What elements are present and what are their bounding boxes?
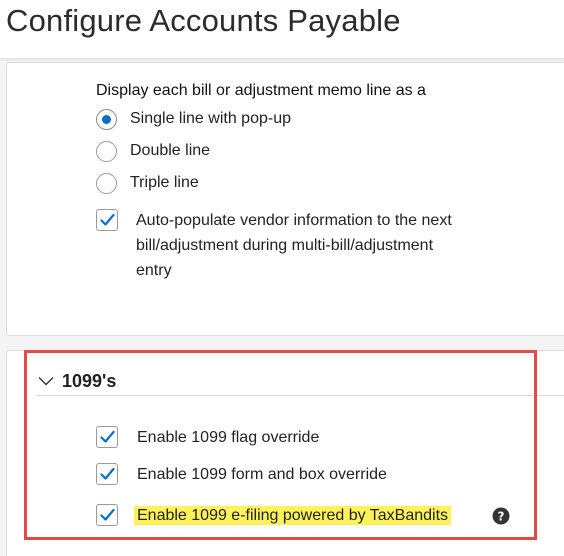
flag-override-checkbox[interactable] bbox=[96, 426, 118, 448]
radio-option-double-line[interactable]: Double line bbox=[96, 139, 210, 163]
auto-populate-label-line2: bill/adjustment during multi-bill/adjust… bbox=[136, 237, 434, 254]
auto-populate-label-line3: entry bbox=[136, 262, 172, 279]
e-filing-label: Enable 1099 e-filing powered by TaxBandi… bbox=[134, 503, 452, 528]
radio-label-triple-line: Triple line bbox=[130, 174, 199, 191]
e-filing-label-highlight: Enable 1099 e-filing powered by TaxBandi… bbox=[134, 506, 452, 525]
checkmark-icon bbox=[100, 430, 115, 443]
memo-display-heading: Display each bill or adjustment memo lin… bbox=[96, 82, 426, 99]
radio-button-triple-line[interactable] bbox=[96, 172, 117, 194]
radio-label-single-line: Single line with pop-up bbox=[130, 110, 291, 127]
radio-button-single-line[interactable] bbox=[96, 108, 117, 130]
e-filing-checkbox[interactable] bbox=[96, 504, 118, 526]
radio-button-double-line[interactable] bbox=[96, 140, 117, 162]
svg-text:?: ? bbox=[498, 510, 505, 524]
chevron-down-icon[interactable] bbox=[38, 376, 54, 386]
checkmark-icon bbox=[100, 213, 115, 226]
checkmark-icon bbox=[100, 467, 115, 480]
help-circle-icon[interactable]: ? bbox=[492, 507, 510, 525]
auto-populate-label: Auto-populate vendor information to the … bbox=[136, 208, 452, 283]
radio-option-single-line[interactable]: Single line with pop-up bbox=[96, 107, 291, 131]
section-1099-title: 1099's bbox=[62, 370, 117, 391]
section-divider bbox=[36, 395, 564, 396]
checkmark-icon bbox=[100, 508, 115, 521]
title-bar: Configure Accounts Payable bbox=[0, 0, 564, 58]
auto-populate-checkbox[interactable] bbox=[96, 209, 118, 231]
radio-option-triple-line[interactable]: Triple line bbox=[96, 171, 199, 195]
radio-label-double-line: Double line bbox=[130, 142, 211, 159]
section-1099-header[interactable]: 1099's bbox=[38, 368, 116, 394]
form-box-override-label: Enable 1099 form and box override bbox=[137, 466, 387, 483]
configure-accounts-payable-page: Configure Accounts Payable Display each … bbox=[0, 0, 564, 556]
memo-settings-panel bbox=[6, 62, 564, 336]
auto-populate-label-line1: Auto-populate vendor information to the … bbox=[136, 212, 452, 229]
page-title: Configure Accounts Payable bbox=[6, 3, 401, 38]
form-box-override-checkbox[interactable] bbox=[96, 463, 118, 485]
flag-override-label: Enable 1099 flag override bbox=[137, 429, 320, 446]
